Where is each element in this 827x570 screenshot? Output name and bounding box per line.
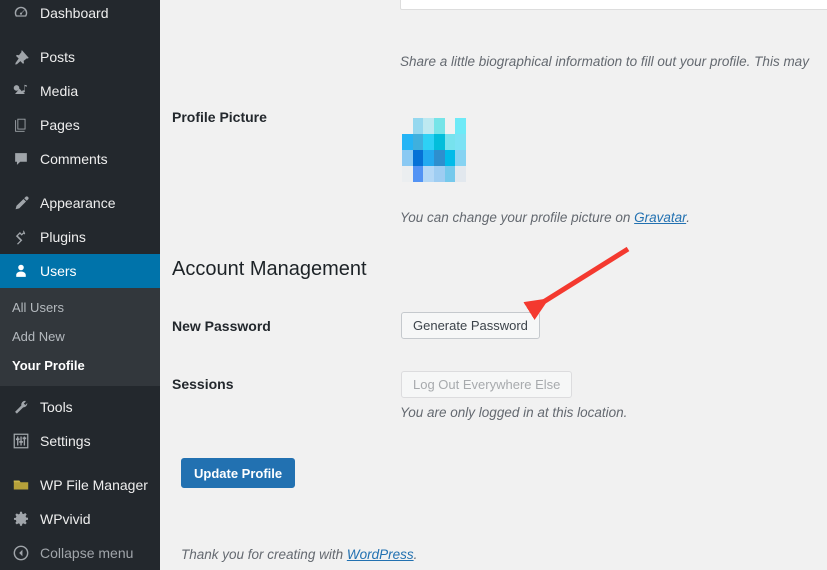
sidebar-label: Pages (40, 117, 80, 133)
avatar-cell (444, 134, 456, 150)
avatar-cell (402, 166, 413, 182)
sidebar-label: Dashboard (40, 5, 109, 21)
sidebar-label: Users (40, 263, 77, 279)
avatar-cell (402, 118, 413, 134)
sidebar-label: Media (40, 83, 79, 99)
avatar-cell (444, 166, 456, 182)
sidebar-item-tools[interactable]: Tools (0, 390, 160, 424)
dashboard-icon (12, 4, 40, 22)
sidebar-item-appearance[interactable]: Appearance (0, 186, 160, 220)
generate-password-button[interactable]: Generate Password (401, 312, 540, 339)
wordpress-admin-screen: Dashboard Posts Media Pages Comments App… (0, 0, 827, 570)
sidebar-item-pages[interactable]: Pages (0, 108, 160, 142)
collapse-arrow-icon (12, 544, 40, 562)
biographical-info-textarea[interactable] (400, 0, 827, 10)
avatar-cell (434, 166, 445, 182)
media-icon (12, 82, 40, 100)
users-submenu: All Users Add New Your Profile (0, 288, 160, 386)
sidebar-label: Plugins (40, 229, 86, 245)
sidebar-item-wp-file-manager[interactable]: WP File Manager (0, 468, 160, 502)
sidebar-label: WP File Manager (40, 477, 148, 493)
sidebar-label: Tools (40, 399, 73, 415)
avatar-cell (455, 166, 466, 182)
profile-form-content: Share a little biographical information … (160, 0, 827, 570)
sidebar-label: Settings (40, 433, 91, 449)
avatar-cell (423, 150, 434, 166)
gravatar-description-period: . (686, 210, 690, 225)
new-password-label: New Password (172, 318, 271, 334)
comments-icon (12, 150, 40, 168)
plug-icon (12, 228, 40, 246)
avatar-cell (412, 166, 424, 182)
avatar-cell (423, 134, 434, 150)
sidebar-label: Appearance (40, 195, 116, 211)
sidebar-item-all-users[interactable]: All Users (0, 293, 160, 322)
sliders-icon (12, 432, 40, 450)
avatar (402, 118, 466, 182)
avatar-cell (423, 118, 434, 134)
avatar-cell (412, 134, 424, 150)
sidebar-item-settings[interactable]: Settings (0, 424, 160, 458)
gravatar-description-text: You can change your profile picture on (400, 210, 635, 225)
sidebar-item-wpvivid[interactable]: WPvivid (0, 502, 160, 536)
user-icon (12, 262, 40, 280)
avatar-cell (455, 118, 466, 134)
wrench-icon (12, 398, 40, 416)
sessions-description: You are only logged in at this location. (400, 405, 628, 420)
biographical-info-description: Share a little biographical information … (400, 54, 809, 69)
sidebar-item-plugins[interactable]: Plugins (0, 220, 160, 254)
avatar-cell (434, 134, 445, 150)
sidebar-item-users[interactable]: Users (0, 254, 168, 288)
sidebar-label: Posts (40, 49, 76, 65)
sidebar-item-media[interactable]: Media (0, 74, 160, 108)
avatar-cell (455, 150, 466, 166)
sidebar-item-add-new-user[interactable]: Add New (0, 322, 160, 351)
brush-icon (12, 194, 40, 212)
pin-icon (12, 48, 40, 66)
avatar-cell (444, 150, 456, 166)
gravatar-description: You can change your profile picture on G… (400, 210, 690, 225)
sidebar-label: WPvivid (40, 511, 91, 527)
sidebar-item-posts[interactable]: Posts (0, 40, 160, 74)
folder-icon (12, 476, 40, 494)
avatar-cell (423, 166, 434, 182)
avatar-cell (412, 118, 424, 134)
footer-text-after: . (413, 547, 418, 562)
pages-icon (12, 116, 40, 134)
gravatar-link[interactable]: Gravatar (634, 210, 686, 225)
avatar-cell (434, 150, 445, 166)
avatar-cell (444, 118, 456, 134)
update-profile-button[interactable]: Update Profile (181, 458, 296, 488)
profile-picture-label: Profile Picture (172, 109, 267, 125)
sidebar-item-your-profile[interactable]: Your Profile (0, 351, 160, 380)
avatar-cell (402, 134, 413, 150)
avatar-cell (412, 150, 424, 166)
sidebar-label: Comments (40, 151, 108, 167)
admin-sidebar: Dashboard Posts Media Pages Comments App… (0, 0, 168, 570)
sidebar-item-comments[interactable]: Comments (0, 142, 160, 176)
log-out-everywhere-else-button[interactable]: Log Out Everywhere Else (401, 371, 573, 398)
avatar-cell (402, 150, 413, 166)
sidebar-item-dashboard[interactable]: Dashboard (0, 0, 160, 30)
footer-credit: Thank you for creating with WordPress. (181, 547, 417, 562)
sidebar-label: Collapse menu (40, 545, 134, 561)
wordpress-link[interactable]: WordPress (347, 547, 414, 562)
sessions-label: Sessions (172, 376, 234, 392)
menu-separator (0, 458, 160, 468)
footer-text-before: Thank you for creating with (181, 547, 347, 562)
gear-icon (12, 510, 40, 528)
avatar-cell (434, 118, 445, 134)
sidebar-item-collapse-menu[interactable]: Collapse menu (0, 536, 160, 570)
account-management-heading: Account Management (172, 258, 367, 280)
avatar-cell (455, 134, 466, 150)
menu-separator (0, 176, 160, 186)
menu-separator (0, 30, 160, 40)
